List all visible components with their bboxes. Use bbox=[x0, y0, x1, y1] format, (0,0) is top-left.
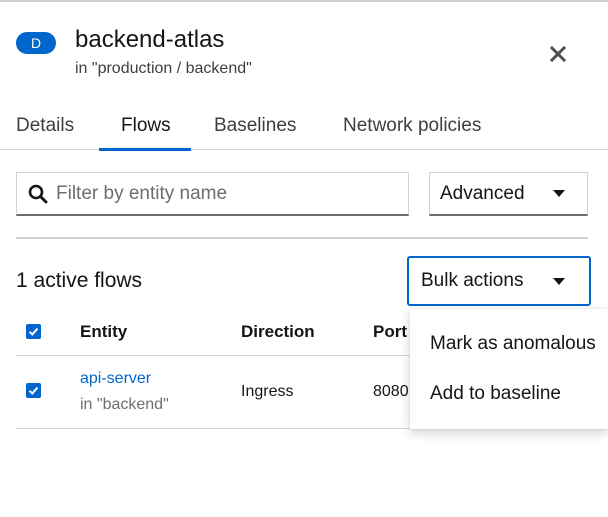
column-header-entity[interactable]: Entity bbox=[80, 322, 127, 342]
tab-details[interactable]: Details bbox=[16, 106, 74, 150]
bulk-actions-toggle[interactable]: Bulk actions bbox=[407, 256, 591, 306]
tab-flows-label: Flows bbox=[121, 115, 171, 136]
search-field bbox=[16, 172, 409, 216]
section-divider bbox=[16, 237, 588, 239]
page-title: backend-atlas bbox=[75, 26, 225, 53]
close-button[interactable] bbox=[546, 42, 570, 66]
bulk-actions-menu: Mark as anomalous Add to baseline bbox=[410, 309, 608, 429]
search-icon bbox=[28, 184, 48, 203]
drawer-header: D backend-atlas in "production / backend… bbox=[16, 24, 608, 84]
column-header-direction[interactable]: Direction bbox=[241, 322, 315, 342]
port-cell: 8080 bbox=[373, 383, 409, 400]
table-row: api-server in "backend" Ingress 8080 bbox=[16, 356, 410, 429]
menu-item-add-to-baseline[interactable]: Add to baseline bbox=[430, 383, 561, 405]
row-checkbox[interactable] bbox=[26, 383, 41, 398]
tab-baselines[interactable]: Baselines bbox=[214, 106, 296, 150]
menu-item-mark-anomalous[interactable]: Mark as anomalous bbox=[430, 333, 596, 355]
check-icon bbox=[28, 327, 39, 336]
bulk-actions-label: Bulk actions bbox=[421, 270, 524, 291]
close-icon bbox=[550, 46, 566, 62]
page-subtitle: in "production / backend" bbox=[75, 60, 252, 77]
entity-link[interactable]: api-server bbox=[80, 370, 151, 388]
tab-bar: Details Flows Baselines Network policies bbox=[0, 106, 608, 151]
select-all-checkbox[interactable] bbox=[26, 324, 41, 339]
tab-flows[interactable]: Flows bbox=[99, 106, 191, 151]
caret-down-icon bbox=[553, 190, 565, 197]
active-flows-count: 1 active flows bbox=[16, 269, 143, 292]
active-tab-indicator bbox=[99, 148, 191, 151]
check-icon bbox=[28, 386, 39, 395]
search-input[interactable] bbox=[56, 182, 386, 205]
advanced-select[interactable]: Advanced bbox=[429, 172, 588, 216]
advanced-select-label: Advanced bbox=[440, 182, 525, 204]
flows-drawer: D backend-atlas in "production / backend… bbox=[0, 0, 608, 517]
direction-cell: Ingress bbox=[241, 383, 294, 400]
caret-down-icon bbox=[553, 277, 565, 285]
entity-namespace: in "backend" bbox=[80, 396, 169, 413]
deployment-badge: D bbox=[16, 32, 56, 54]
tab-network-policies[interactable]: Network policies bbox=[343, 106, 481, 150]
column-header-port[interactable]: Port bbox=[373, 322, 407, 342]
